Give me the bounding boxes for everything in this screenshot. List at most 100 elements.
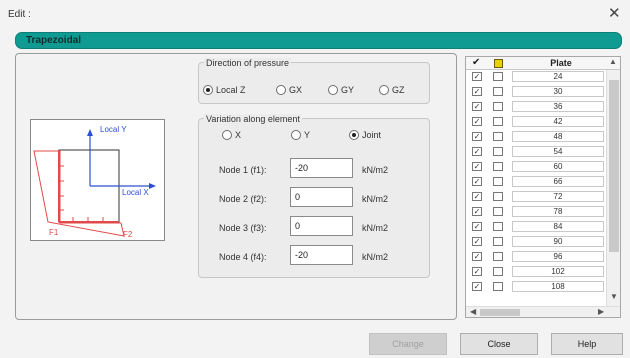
direction-group	[198, 62, 430, 104]
row-color-box[interactable]	[493, 132, 503, 141]
table-row[interactable]: ✓ 78	[466, 206, 606, 217]
radio-y[interactable]: Y	[291, 130, 310, 140]
row-check-box[interactable]: ✓	[472, 282, 482, 291]
radio-label: Joint	[362, 130, 382, 140]
horizontal-scrollbar[interactable]: ◀ ▶	[466, 306, 620, 317]
row-check-box[interactable]: ✓	[472, 177, 482, 186]
row-check-box[interactable]: ✓	[472, 72, 482, 81]
radio-gy[interactable]: GY	[328, 85, 354, 95]
row-check-box[interactable]: ✓	[472, 102, 482, 111]
table-row[interactable]: ✓ 54	[466, 146, 606, 157]
row-check-box[interactable]: ✓	[472, 267, 482, 276]
plate-cell: 48	[512, 131, 604, 142]
row-check-box[interactable]: ✓	[472, 222, 482, 231]
table-row[interactable]: ✓ 108	[466, 281, 606, 292]
row-color-box[interactable]	[493, 72, 503, 81]
row-check-box[interactable]: ✓	[472, 87, 482, 96]
scroll-thumb-horizontal[interactable]	[480, 309, 520, 316]
node-4-field[interactable]	[290, 245, 353, 265]
radio-label: Local Z	[216, 85, 246, 95]
node-1-field[interactable]	[290, 158, 353, 178]
table-row[interactable]: ✓ 36	[466, 101, 606, 112]
plate-cell: 54	[512, 146, 604, 157]
row-check-box[interactable]: ✓	[472, 117, 482, 126]
row-color-box[interactable]	[493, 207, 503, 216]
node-3-unit: kN/m2	[362, 223, 389, 233]
row-check-box[interactable]: ✓	[472, 147, 482, 156]
row-color-box[interactable]	[493, 117, 503, 126]
row-check-box[interactable]: ✓	[472, 237, 482, 246]
plate-cell: 90	[512, 236, 604, 247]
variation-group-label: Variation along element	[204, 114, 302, 124]
vertical-scrollbar[interactable]: ▼	[606, 70, 620, 306]
table-row[interactable]: ✓ 48	[466, 131, 606, 142]
row-color-box[interactable]	[493, 267, 503, 276]
row-color-box[interactable]	[493, 102, 503, 111]
table-row[interactable]: ✓ 24	[466, 71, 606, 82]
radio-dot-icon	[203, 85, 213, 95]
section-header: Trapezoidal	[15, 32, 622, 49]
radio-dot-icon	[222, 130, 232, 140]
close-icon[interactable]: ✕	[608, 4, 621, 22]
plate-cell: 66	[512, 176, 604, 187]
radio-label: X	[235, 130, 242, 140]
radio-label: Y	[304, 130, 311, 140]
plate-cell: 78	[512, 206, 604, 217]
help-button[interactable]: Help	[551, 333, 623, 355]
load-trapezoid-shape	[33, 150, 125, 237]
table-row[interactable]: ✓ 66	[466, 176, 606, 187]
table-row[interactable]: ✓ 90	[466, 236, 606, 247]
table-row[interactable]: ✓ 102	[466, 266, 606, 277]
row-color-box[interactable]	[493, 177, 503, 186]
row-color-box[interactable]	[493, 162, 503, 171]
table-row[interactable]: ✓ 42	[466, 116, 606, 127]
radio-local-z[interactable]: Local Z	[203, 85, 246, 95]
row-color-box[interactable]	[493, 222, 503, 231]
row-check-box[interactable]: ✓	[472, 192, 482, 201]
node-4-label: Node 4 (f4):	[219, 252, 267, 262]
radio-joint[interactable]: Joint	[349, 130, 381, 140]
radio-dot-icon	[276, 85, 286, 95]
scroll-left-icon[interactable]: ◀	[470, 307, 476, 316]
local-y-label: Local Y	[100, 125, 127, 134]
scroll-down-icon[interactable]: ▼	[610, 292, 618, 301]
close-button[interactable]: Close	[460, 333, 538, 355]
row-color-box[interactable]	[493, 282, 503, 291]
table-row[interactable]: ✓ 84	[466, 221, 606, 232]
scroll-right-icon[interactable]: ▶	[598, 307, 604, 316]
row-color-box[interactable]	[493, 252, 503, 261]
scroll-thumb[interactable]	[609, 80, 619, 252]
f2-label: F2	[123, 230, 133, 239]
table-header: ✔ Plate ▲	[466, 57, 620, 70]
title-bar: Edit : ✕	[0, 0, 630, 26]
row-color-box[interactable]	[493, 192, 503, 201]
radio-x[interactable]: X	[222, 130, 241, 140]
table-row[interactable]: ✓ 60	[466, 161, 606, 172]
row-color-box[interactable]	[493, 237, 503, 246]
radio-gx[interactable]: GX	[276, 85, 302, 95]
plate-table: ✔ Plate ▲ ✓ 24 ✓ 30 ✓ 36 ✓ 42 ✓ 48 ✓ 54 ✓ 60 ✓ 66 ✓ 72 ✓ 78…	[465, 56, 621, 318]
yellow-square-icon[interactable]	[494, 59, 503, 68]
row-color-box[interactable]	[493, 87, 503, 96]
row-color-box[interactable]	[493, 147, 503, 156]
check-icon[interactable]: ✔	[472, 57, 480, 68]
node-2-label: Node 2 (f2):	[219, 194, 267, 204]
node-1-unit: kN/m2	[362, 165, 389, 175]
scroll-up-icon[interactable]: ▲	[609, 57, 617, 66]
change-button[interactable]: Change	[369, 333, 447, 355]
node-3-field[interactable]	[290, 216, 353, 236]
radio-dot-icon	[379, 85, 389, 95]
row-check-box[interactable]: ✓	[472, 132, 482, 141]
trapezoidal-load-diagram: Local Y Local X F1 F2	[30, 119, 165, 241]
plate-cell: 60	[512, 161, 604, 172]
radio-gz[interactable]: GZ	[379, 85, 405, 95]
row-check-box[interactable]: ✓	[472, 252, 482, 261]
radio-dot-icon	[349, 130, 359, 140]
table-row[interactable]: ✓ 30	[466, 86, 606, 97]
table-row[interactable]: ✓ 72	[466, 191, 606, 202]
row-check-box[interactable]: ✓	[472, 207, 482, 216]
plate-cell: 24	[512, 71, 604, 82]
table-row[interactable]: ✓ 96	[466, 251, 606, 262]
node-2-field[interactable]	[290, 187, 353, 207]
row-check-box[interactable]: ✓	[472, 162, 482, 171]
